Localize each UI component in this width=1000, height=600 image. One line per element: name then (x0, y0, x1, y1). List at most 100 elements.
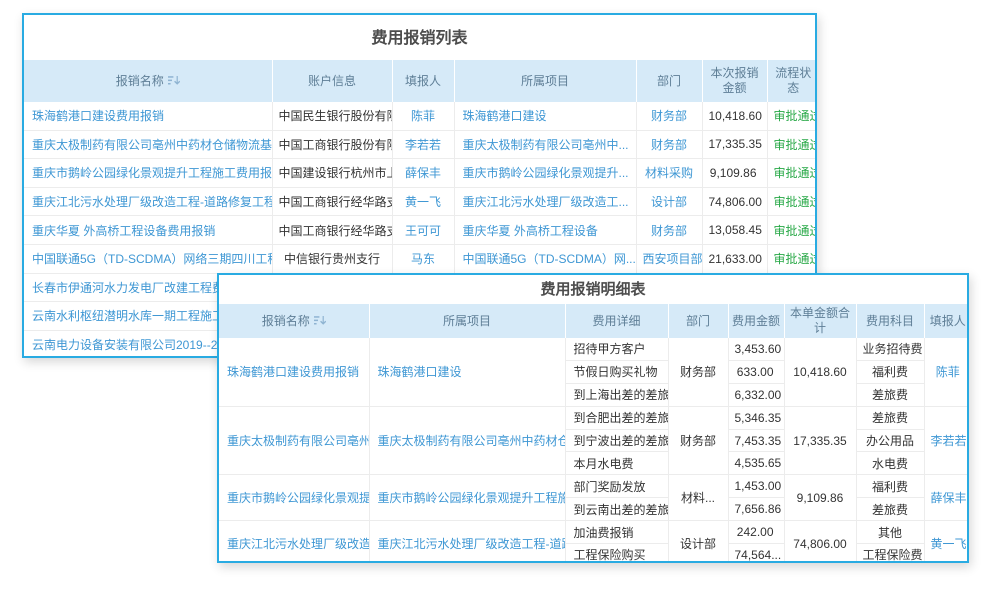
cell-account: 中国建设银行杭州市上... (272, 159, 392, 188)
cell-dept[interactable]: 西安项目部 (636, 244, 702, 273)
cell-category: 业务招待费 (856, 338, 924, 360)
cell-reporter[interactable]: 黄一飞 (924, 521, 969, 563)
cell-account: 中信银行贵州支行 (272, 244, 392, 273)
cell-report-name[interactable]: 重庆江北污水处理厂级改造工程- (219, 521, 369, 563)
cell-reporter[interactable]: 李若若 (924, 406, 969, 475)
cell-dept[interactable]: 设计部 (636, 187, 702, 216)
expense-detail-grid: 报销名称 所属项目 费用详细 部门 费用金额 本单金额合计 费用科目 填报人 珠… (219, 304, 969, 563)
cell-project[interactable]: 重庆市鹅岭公园绿化景观提升工程施工 (369, 475, 565, 521)
cell-dept[interactable]: 财务部 (636, 216, 702, 245)
cell-dept: 财务部 (668, 406, 728, 475)
cell-category: 差旅费 (856, 383, 924, 406)
cell-expense-detail: 到云南出差的差旅费 (565, 498, 668, 521)
cell-account: 中国民生银行股份有限... (272, 102, 392, 130)
detail-col-report-name[interactable]: 报销名称 (219, 304, 369, 338)
cell-dept[interactable]: 财务部 (636, 102, 702, 130)
detail-row: 重庆市鹅岭公园绿化景观提升工程重庆市鹅岭公园绿化景观提升工程施工部门奖励发放材料… (219, 475, 969, 498)
cell-project[interactable]: 中国联通5G（TD-SCDMA）网... (454, 244, 636, 273)
detail-col-report-name-label: 报销名称 (262, 314, 310, 328)
list-col-report-name[interactable]: 报销名称 (24, 60, 272, 102)
cell-status: 审批通过 (767, 216, 817, 245)
cell-expense-detail: 本月水电费 (565, 452, 668, 475)
cell-project[interactable]: 重庆华夏 外高桥工程设备 (454, 216, 636, 245)
cell-report-name[interactable]: 中国联通5G（TD-SCDMA）网络三期四川工程费... (24, 244, 272, 273)
list-col-project: 所属项目 (454, 60, 636, 102)
cell-dept: 材料... (668, 475, 728, 521)
cell-amount: 3,453.60 (728, 338, 784, 360)
cell-total: 17,335.35 (784, 406, 856, 475)
cell-dept: 财务部 (668, 338, 728, 406)
cell-dept[interactable]: 材料采购 (636, 159, 702, 188)
list-row: 重庆太极制药有限公司亳州中药材仓储物流基地项... 中国工商银行股份有限... … (24, 130, 817, 159)
cell-reporter[interactable]: 陈菲 (392, 102, 454, 130)
detail-row: 重庆江北污水处理厂级改造工程-重庆江北污水处理厂级改造工程-道路修复工加油费报销… (219, 521, 969, 544)
list-row: 重庆市鹅岭公园绿化景观提升工程施工费用报销 中国建设银行杭州市上... 薛保丰 … (24, 159, 817, 188)
list-col-dept: 部门 (636, 60, 702, 102)
expense-detail-table: 费用报销明细表 报销名称 所属项目 费用详细 部门 费用金额 本单金额合计 费用… (217, 273, 969, 563)
cell-project[interactable]: 重庆江北污水处理厂级改造工程-道路修复工 (369, 521, 565, 563)
cell-amount: 13,058.45 (702, 216, 767, 245)
expense-detail-title: 费用报销明细表 (219, 275, 967, 304)
cell-account: 中国工商银行经华路支行 (272, 216, 392, 245)
cell-category: 差旅费 (856, 406, 924, 429)
cell-expense-detail: 工程保险购买 (565, 544, 668, 563)
list-col-account: 账户信息 (272, 60, 392, 102)
cell-reporter[interactable]: 马东 (392, 244, 454, 273)
detail-col-dept: 部门 (668, 304, 728, 338)
cell-project[interactable]: 重庆太极制药有限公司亳州中... (454, 130, 636, 159)
cell-amount: 633.00 (728, 360, 784, 383)
cell-amount: 9,109.86 (702, 159, 767, 188)
cell-project[interactable]: 珠海鹤港口建设 (369, 338, 565, 406)
cell-amount: 21,633.00 (702, 244, 767, 273)
cell-project[interactable]: 重庆市鹅岭公园绿化景观提升... (454, 159, 636, 188)
cell-expense-detail: 部门奖励发放 (565, 475, 668, 498)
cell-reporter[interactable]: 薛保丰 (392, 159, 454, 188)
cell-category: 福利费 (856, 360, 924, 383)
list-header-row: 报销名称 账户信息 填报人 所属项目 部门 本次报销金额 流程状态 (24, 60, 817, 102)
cell-amount: 17,335.35 (702, 130, 767, 159)
cell-expense-detail: 到上海出差的差旅费 (565, 383, 668, 406)
cell-report-name[interactable]: 重庆市鹅岭公园绿化景观提升工程 (219, 475, 369, 521)
cell-report-name[interactable]: 重庆太极制药有限公司亳州中药材仓储物流基地项... (24, 130, 272, 159)
cell-report-name[interactable]: 重庆市鹅岭公园绿化景观提升工程施工费用报销 (24, 159, 272, 188)
detail-col-expense-detail: 费用详细 (565, 304, 668, 338)
cell-total: 74,806.00 (784, 521, 856, 563)
cell-expense-detail: 到合肥出差的差旅费 (565, 406, 668, 429)
cell-reporter[interactable]: 薛保丰 (924, 475, 969, 521)
cell-status: 审批通过 (767, 159, 817, 188)
cell-report-name[interactable]: 重庆江北污水处理厂级改造工程-道路修复工程费用... (24, 187, 272, 216)
detail-row: 重庆太极制药有限公司亳州中药材重庆太极制药有限公司亳州中药材仓储物流到合肥出差的… (219, 406, 969, 429)
sort-descending-icon[interactable] (314, 315, 326, 326)
cell-project[interactable]: 重庆太极制药有限公司亳州中药材仓储物流 (369, 406, 565, 475)
list-col-reporter: 填报人 (392, 60, 454, 102)
cell-project[interactable]: 珠海鹤港口建设 (454, 102, 636, 130)
cell-report-name[interactable]: 重庆华夏 外高桥工程设备费用报销 (24, 216, 272, 245)
cell-reporter[interactable]: 陈菲 (924, 338, 969, 406)
detail-col-project: 所属项目 (369, 304, 565, 338)
list-row: 中国联通5G（TD-SCDMA）网络三期四川工程费... 中信银行贵州支行 马东… (24, 244, 817, 273)
cell-status: 审批通过 (767, 102, 817, 130)
detail-header-row: 报销名称 所属项目 费用详细 部门 费用金额 本单金额合计 费用科目 填报人 (219, 304, 969, 338)
cell-expense-detail: 招待甲方客户 (565, 338, 668, 360)
cell-total: 9,109.86 (784, 475, 856, 521)
cell-amount: 7,656.86 (728, 498, 784, 521)
cell-report-name[interactable]: 重庆太极制药有限公司亳州中药材 (219, 406, 369, 475)
cell-dept[interactable]: 财务部 (636, 130, 702, 159)
detail-col-reporter: 填报人 (924, 304, 969, 338)
cell-reporter[interactable]: 黄一飞 (392, 187, 454, 216)
cell-project[interactable]: 重庆江北污水处理厂级改造工... (454, 187, 636, 216)
cell-amount: 5,346.35 (728, 406, 784, 429)
sort-descending-icon[interactable] (168, 75, 180, 86)
cell-report-name[interactable]: 珠海鹤港口建设费用报销 (219, 338, 369, 406)
cell-category: 工程保险费 (856, 544, 924, 563)
cell-category: 其他 (856, 521, 924, 544)
list-col-amount: 本次报销金额 (702, 60, 767, 102)
cell-report-name[interactable]: 珠海鹤港口建设费用报销 (24, 102, 272, 130)
cell-status: 审批通过 (767, 187, 817, 216)
cell-reporter[interactable]: 李若若 (392, 130, 454, 159)
cell-reporter[interactable]: 王可可 (392, 216, 454, 245)
cell-amount: 1,453.00 (728, 475, 784, 498)
cell-status: 审批通过 (767, 130, 817, 159)
cell-expense-detail: 加油费报销 (565, 521, 668, 544)
cell-amount: 6,332.00 (728, 383, 784, 406)
